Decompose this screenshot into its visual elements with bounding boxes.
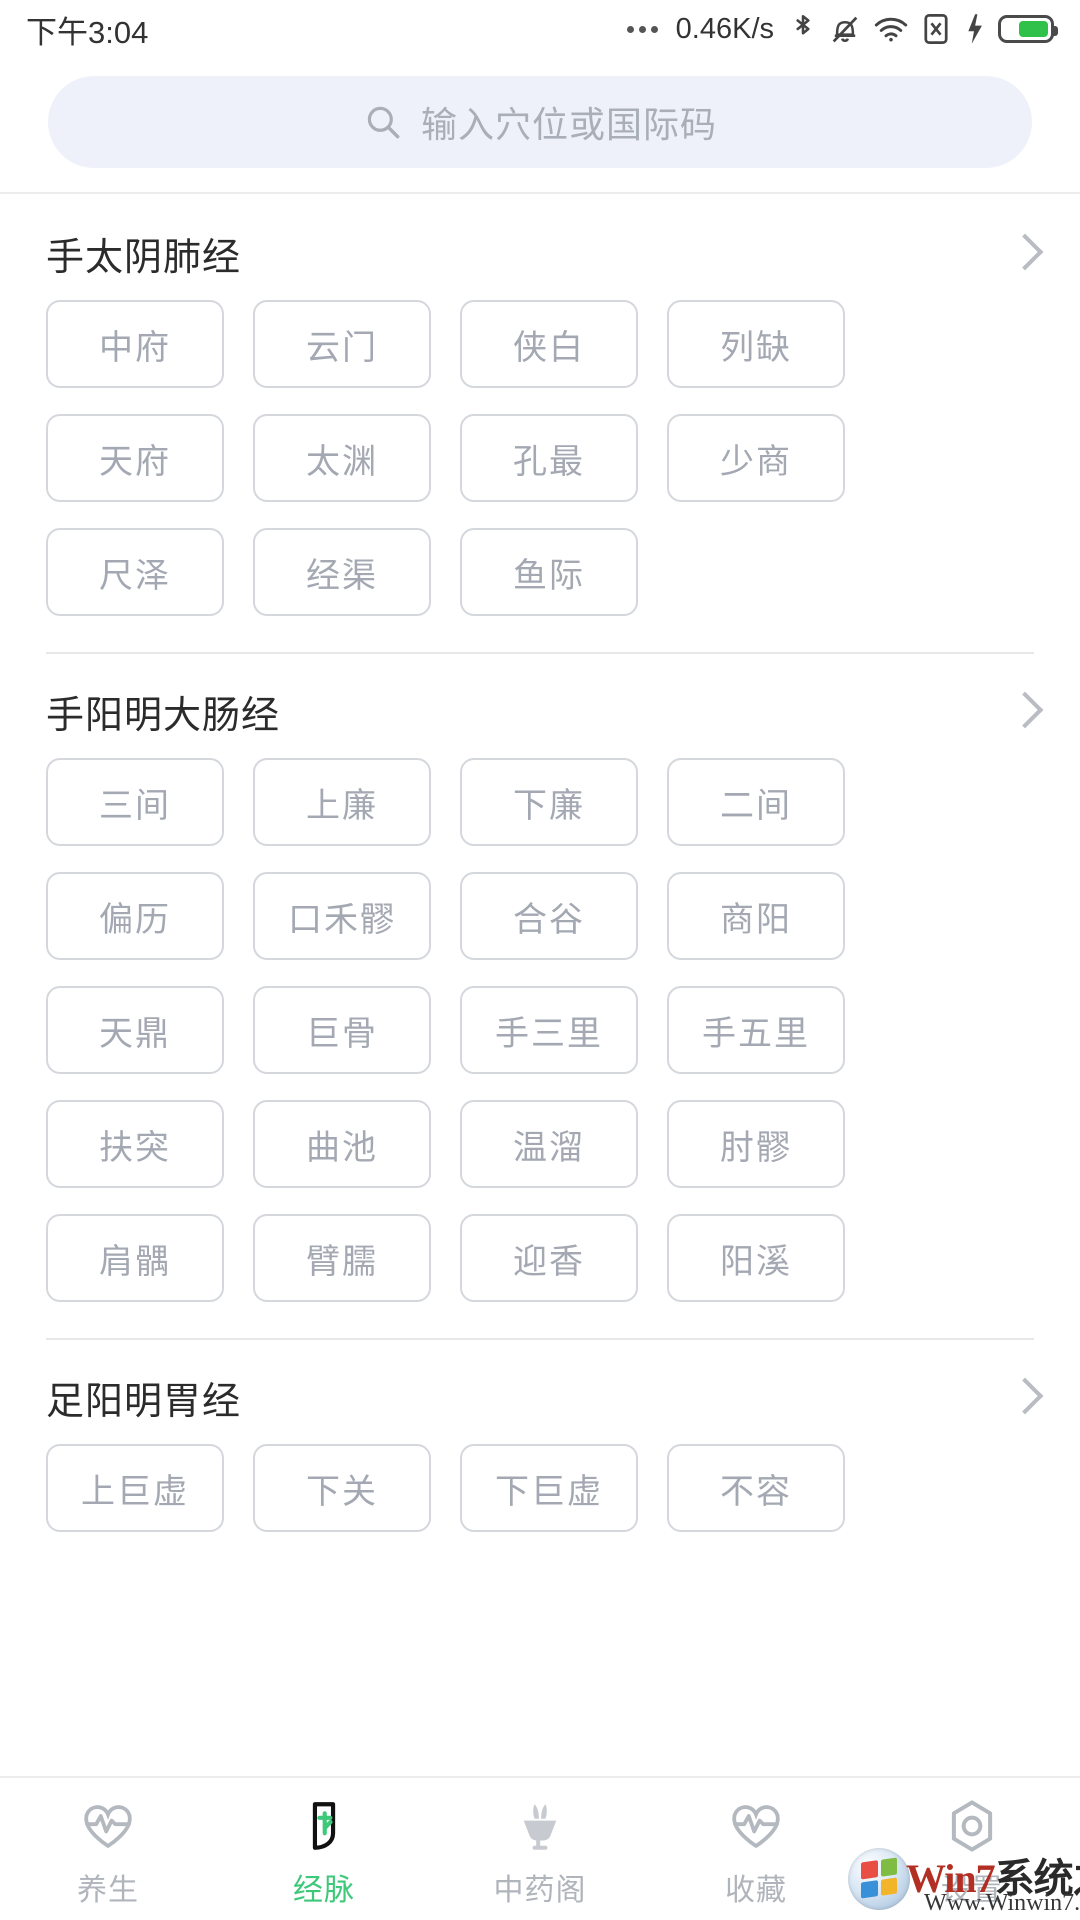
acupoint-button[interactable]: 中府 — [46, 300, 224, 388]
acupoint-button[interactable]: 鱼际 — [460, 528, 638, 616]
acupoint-button[interactable]: 迎香 — [460, 1214, 638, 1302]
tab-jingmai[interactable]: 经脉 — [216, 1789, 432, 1909]
acupoint-button[interactable]: 云门 — [253, 300, 431, 388]
wifi-icon — [874, 14, 908, 44]
tab-shezhi[interactable]: 设置 — [864, 1789, 1080, 1909]
section-header-2[interactable]: 足阳明胃经 — [46, 1340, 1034, 1444]
more-dots-icon — [626, 25, 658, 33]
header-divider — [0, 192, 1080, 194]
section-title: 手阳明大肠经 — [46, 694, 281, 737]
app-screen: 下午3:04 0.46K/s 输入穴位或国际码 手太阴肺经 中府 云门 侠白 列… — [0, 0, 1080, 1920]
section-meridian-2: 足阳明胃经 上巨虚 下关 下巨虚 不容 — [0, 1340, 1080, 1554]
gear-hex-icon — [943, 1797, 1001, 1855]
status-icons: 0.46K/s — [626, 12, 1058, 46]
section-header-0[interactable]: 手太阴肺经 — [46, 196, 1034, 300]
acupoint-button[interactable]: 肘髎 — [667, 1100, 845, 1188]
chevron-right-icon[interactable] — [1012, 692, 1034, 730]
acupoint-button[interactable]: 手三里 — [460, 986, 638, 1074]
search-input[interactable]: 输入穴位或国际码 — [48, 76, 1032, 168]
leaf-meridian-icon — [295, 1797, 353, 1855]
acupoint-button[interactable]: 肩髃 — [46, 1214, 224, 1302]
acupoint-button[interactable]: 孔最 — [460, 414, 638, 502]
mute-vibrate-icon — [830, 12, 860, 46]
acupoint-button[interactable]: 下廉 — [460, 758, 638, 846]
acupoint-button[interactable]: 下关 — [253, 1444, 431, 1532]
point-grid-2: 上巨虚 下关 下巨虚 不容 — [46, 1444, 1034, 1554]
tab-yangsheng[interactable]: 养生 — [0, 1789, 216, 1909]
point-grid-0: 中府 云门 侠白 列缺 天府 太渊 孔最 少商 尺泽 经渠 鱼际 — [46, 300, 1034, 638]
status-bar: 下午3:04 0.46K/s — [0, 0, 1080, 58]
section-title: 手太阴肺经 — [46, 236, 242, 279]
acupoint-button[interactable]: 温溜 — [460, 1100, 638, 1188]
acupoint-button[interactable]: 手五里 — [667, 986, 845, 1074]
mortar-herb-icon — [511, 1797, 569, 1855]
acupoint-button[interactable]: 不容 — [667, 1444, 845, 1532]
charging-bolt-icon — [964, 12, 984, 46]
search-bar-container: 输入穴位或国际码 — [0, 58, 1080, 192]
acupoint-button[interactable]: 尺泽 — [46, 528, 224, 616]
search-icon — [363, 102, 403, 142]
acupoint-button[interactable]: 天鼎 — [46, 986, 224, 1074]
acupoint-button[interactable]: 臂臑 — [253, 1214, 431, 1302]
acupoint-button[interactable]: 天府 — [46, 414, 224, 502]
heartbeat-icon — [79, 1797, 137, 1855]
section-title: 足阳明胃经 — [46, 1380, 242, 1423]
acupoint-button[interactable]: 列缺 — [667, 300, 845, 388]
acupoint-button[interactable]: 巨骨 — [253, 986, 431, 1074]
acupoint-button[interactable]: 合谷 — [460, 872, 638, 960]
acupoint-button[interactable]: 经渠 — [253, 528, 431, 616]
acupoint-button[interactable]: 少商 — [667, 414, 845, 502]
section-meridian-1: 手阳明大肠经 三间 上廉 下廉 二间 偏历 口禾髎 合谷 商阳 天鼎 巨骨 手三… — [0, 654, 1080, 1324]
acupoint-button[interactable]: 商阳 — [667, 872, 845, 960]
chevron-right-icon[interactable] — [1012, 1378, 1034, 1416]
acupoint-button[interactable]: 扶突 — [46, 1100, 224, 1188]
status-time: 下午3:04 — [26, 14, 149, 50]
search-placeholder-text: 输入穴位或国际码 — [420, 104, 717, 145]
chevron-right-icon[interactable] — [1012, 234, 1034, 272]
acupoint-button[interactable]: 上廉 — [253, 758, 431, 846]
point-grid-1: 三间 上廉 下廉 二间 偏历 口禾髎 合谷 商阳 天鼎 巨骨 手三里 手五里 扶… — [46, 758, 1034, 1324]
tab-label: 经脉 — [293, 1874, 355, 1907]
bottom-tab-bar: 养生 经脉 中药阁 收藏 设置 — [0, 1776, 1080, 1920]
network-speed: 0.46K/s — [675, 12, 774, 45]
acupoint-button[interactable]: 太渊 — [253, 414, 431, 502]
section-meridian-0: 手太阴肺经 中府 云门 侠白 列缺 天府 太渊 孔最 少商 尺泽 经渠 鱼际 — [0, 196, 1080, 638]
acupoint-button[interactable]: 口禾髎 — [253, 872, 431, 960]
tab-shoucang[interactable]: 收藏 — [648, 1789, 864, 1909]
tab-label: 设置 — [941, 1874, 1003, 1907]
meridian-list[interactable]: 手太阴肺经 中府 云门 侠白 列缺 天府 太渊 孔最 少商 尺泽 经渠 鱼际 手… — [0, 196, 1080, 1776]
acupoint-button[interactable]: 三间 — [46, 758, 224, 846]
acupoint-button[interactable]: 下巨虚 — [460, 1444, 638, 1532]
acupoint-button[interactable]: 上巨虚 — [46, 1444, 224, 1532]
bluetooth-icon — [790, 12, 816, 46]
no-sim-icon — [922, 12, 950, 46]
tab-label: 收藏 — [725, 1874, 787, 1907]
acupoint-button[interactable]: 二间 — [667, 758, 845, 846]
tab-label: 养生 — [77, 1874, 139, 1907]
acupoint-button[interactable]: 偏历 — [46, 872, 224, 960]
acupoint-button[interactable]: 曲池 — [253, 1100, 431, 1188]
section-header-1[interactable]: 手阳明大肠经 — [46, 654, 1034, 758]
tab-zhongyaoge[interactable]: 中药阁 — [432, 1789, 648, 1909]
acupoint-button[interactable]: 阳溪 — [667, 1214, 845, 1302]
battery-icon — [998, 15, 1058, 43]
tab-label: 中药阁 — [493, 1874, 587, 1907]
heartbeat-icon — [727, 1797, 785, 1855]
acupoint-button[interactable]: 侠白 — [460, 300, 638, 388]
